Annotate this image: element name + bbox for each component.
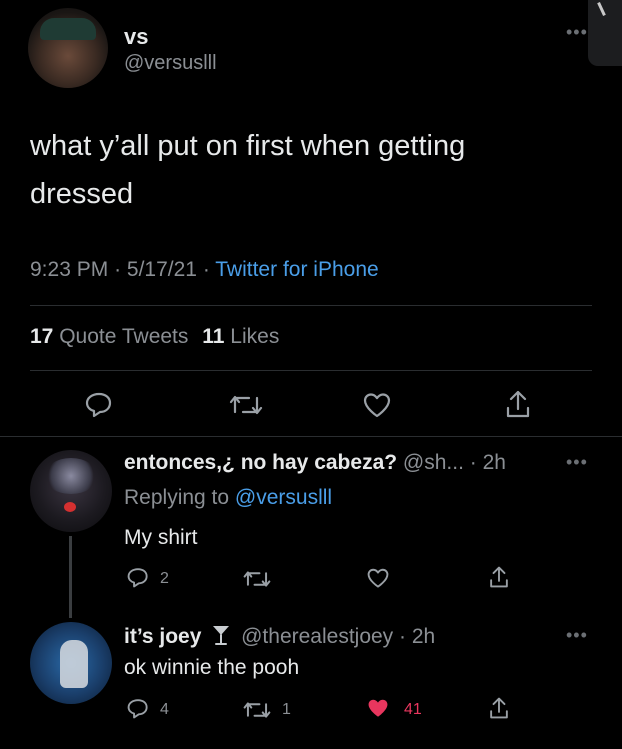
reply-text: ok winnie the pooh: [124, 656, 300, 679]
retweet-icon[interactable]: [243, 699, 271, 721]
corner-panel: [588, 0, 622, 66]
share-icon[interactable]: [488, 564, 510, 590]
tweet-text-line-1: what y’all put on first when getting: [30, 130, 466, 162]
share-icon[interactable]: [488, 695, 510, 721]
author-name[interactable]: vs: [124, 24, 148, 50]
meta-separator: ·: [399, 625, 407, 648]
reply-text: My shirt: [124, 526, 198, 549]
replying-handle[interactable]: @versuslll: [235, 486, 332, 509]
like-icon[interactable]: [366, 567, 390, 589]
panel-handle: [597, 2, 606, 16]
reply-author-name[interactable]: entonces,¿ no hay cabeza?: [124, 451, 397, 474]
tweet-time[interactable]: 9:23 PM: [30, 258, 108, 281]
avatar-cap: [40, 18, 96, 40]
martini-glass-icon: [211, 624, 231, 646]
more-options-icon[interactable]: •••: [566, 22, 588, 43]
retweet-icon[interactable]: [229, 392, 263, 418]
quote-label[interactable]: Quote Tweets: [59, 325, 188, 348]
reply-icon[interactable]: [84, 390, 114, 418]
reply-avatar[interactable]: [30, 622, 112, 704]
divider: [0, 436, 622, 437]
like-count[interactable]: 11: [202, 325, 224, 348]
more-options-icon[interactable]: •••: [566, 452, 588, 473]
like-count: 41: [404, 701, 422, 718]
retweet-icon[interactable]: [243, 568, 271, 590]
reply-avatar[interactable]: [30, 450, 112, 532]
replying-to: Replying to @versuslll: [124, 486, 332, 510]
author-avatar[interactable]: [28, 8, 108, 88]
quote-count[interactable]: 17: [30, 325, 53, 348]
reply-icon[interactable]: [126, 697, 150, 719]
avatar-figure: [60, 640, 88, 688]
like-icon[interactable]: [362, 391, 392, 419]
reply-time[interactable]: 2h: [483, 451, 506, 474]
tweet-meta: 9:23 PM · 5/17/21 · Twitter for iPhone: [30, 258, 379, 282]
like-label[interactable]: Likes: [230, 325, 279, 348]
reply-author-handle[interactable]: @therealestjoey: [241, 625, 393, 648]
more-options-icon[interactable]: •••: [566, 625, 588, 646]
retweet-count: 1: [282, 701, 291, 718]
replying-label: Replying to: [124, 486, 230, 509]
reply-icon[interactable]: [126, 566, 150, 588]
tweet-source[interactable]: Twitter for iPhone: [215, 258, 378, 281]
avatar-hair: [44, 458, 98, 494]
meta-separator: ·: [469, 451, 477, 474]
meta-separator: ·: [114, 258, 127, 281]
reply-author-name[interactable]: it’s joey: [124, 625, 201, 648]
meta-separator: ·: [202, 258, 216, 281]
tweet-date[interactable]: 5/17/21: [127, 258, 197, 281]
reply-header: entonces,¿ no hay cabeza? @sh... · 2h: [124, 451, 506, 475]
author-handle[interactable]: @versuslll: [124, 52, 217, 75]
divider: [30, 370, 592, 371]
reply-time[interactable]: 2h: [412, 625, 435, 648]
share-icon[interactable]: [504, 388, 532, 420]
reply-author-handle[interactable]: @sh...: [403, 451, 464, 474]
tweet-text-line-2: dressed: [30, 178, 134, 210]
reply-count: 4: [160, 701, 169, 718]
like-icon-active[interactable]: [366, 697, 390, 719]
avatar-accent: [64, 502, 76, 512]
reply-header: it’s joey @therealestjoey · 2h: [124, 624, 435, 649]
divider: [30, 305, 592, 306]
tweet-stats: 17 Quote Tweets 11 Likes: [30, 325, 279, 349]
reply-count: 2: [160, 570, 169, 587]
thread-line: [69, 536, 72, 618]
